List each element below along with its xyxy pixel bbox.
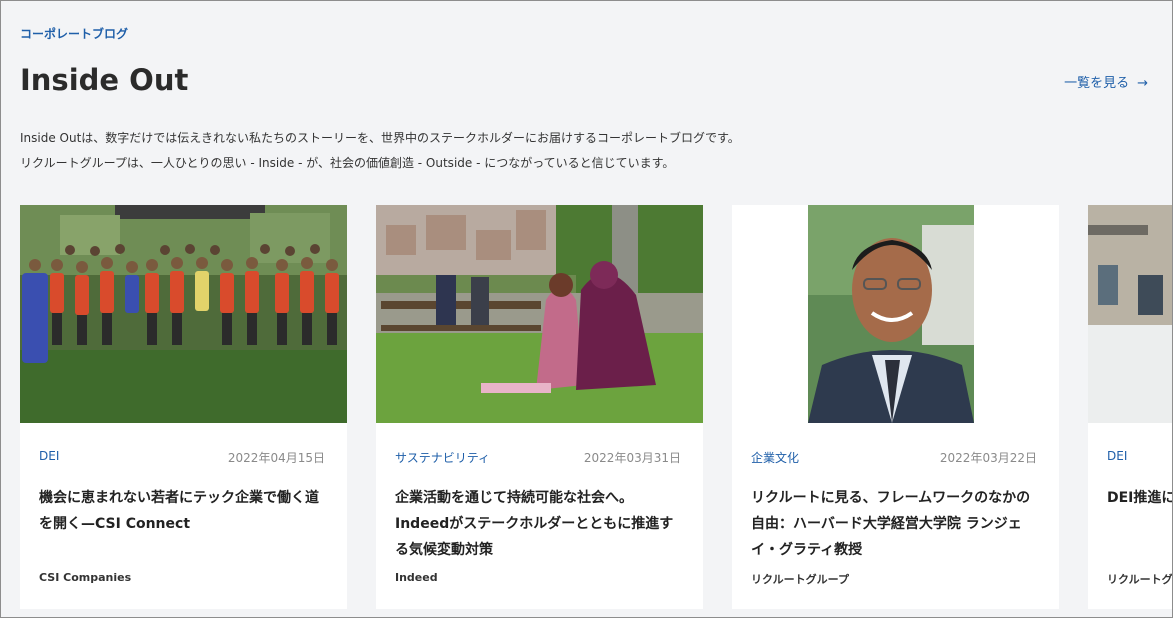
blog-card[interactable]: 企業文化 2022年03月22日 リクルートに見る、フレームワークのなかの自由：… xyxy=(732,205,1059,609)
card-image-group-photo xyxy=(20,205,347,423)
description-line-2: リクルートグループは、一人ひとりの思い - Inside - が、社会の価値創造… xyxy=(20,156,675,170)
card-category[interactable]: DEI xyxy=(39,449,59,463)
card-meta: DEI xyxy=(1107,449,1172,463)
card-date: 2022年03月31日 xyxy=(583,451,681,465)
blog-card[interactable]: DEI DEI推進に リクルートグ xyxy=(1088,205,1173,609)
blog-card[interactable]: DEI 2022年04月15日 機会に恵まれない若者にテック企業で働く道を開く—… xyxy=(20,205,347,609)
view-all-label: 一覧を見る xyxy=(1064,76,1130,91)
section-title: Inside Out xyxy=(20,63,189,97)
card-image-portrait-photo xyxy=(732,205,1059,423)
card-author: リクルートグ xyxy=(1107,573,1173,586)
card-author: リクルートグループ xyxy=(751,573,850,586)
section-eyebrow: コーポレートブログ xyxy=(20,27,129,41)
arrow-right-icon: → xyxy=(1137,76,1148,91)
card-author: CSI Companies xyxy=(39,571,132,584)
card-date: 2022年04月15日 xyxy=(227,451,325,465)
card-meta: 企業文化 2022年03月22日 xyxy=(751,449,1037,466)
card-category[interactable]: サステナビリティ xyxy=(395,451,490,465)
view-all-link[interactable]: 一覧を見る → xyxy=(1064,72,1148,91)
card-meta: サステナビリティ 2022年03月31日 xyxy=(395,449,681,466)
card-date: 2022年03月22日 xyxy=(939,451,1037,465)
card-author: Indeed xyxy=(395,571,438,584)
card-category[interactable]: DEI xyxy=(1107,449,1127,463)
card-image-park-photo xyxy=(376,205,703,423)
card-image-office-photo xyxy=(1088,205,1172,423)
section-description: Inside Outは、数字だけでは伝えきれない私たちのストーリーを、世界中のス… xyxy=(20,126,1120,176)
description-line-1: Inside Outは、数字だけでは伝えきれない私たちのストーリーを、世界中のス… xyxy=(20,131,740,145)
card-title[interactable]: DEI推進に xyxy=(1107,485,1172,511)
card-title[interactable]: 企業活動を通じて持続可能な社会へ。Indeedがステークホルダーとともに推進する… xyxy=(395,485,685,563)
card-meta: DEI 2022年04月15日 xyxy=(39,449,325,465)
card-title[interactable]: 機会に恵まれない若者にテック企業で働く道を開く—CSI Connect xyxy=(39,485,329,537)
card-title[interactable]: リクルートに見る、フレームワークのなかの自由：ハーバード大学経営大学院 ランジェ… xyxy=(751,485,1041,563)
card-category[interactable]: 企業文化 xyxy=(751,451,799,465)
blog-card[interactable]: サステナビリティ 2022年03月31日 企業活動を通じて持続可能な社会へ。In… xyxy=(376,205,703,609)
corporate-blog-section: コーポレートブログ Inside Out 一覧を見る → Inside Outは、… xyxy=(0,0,1173,618)
